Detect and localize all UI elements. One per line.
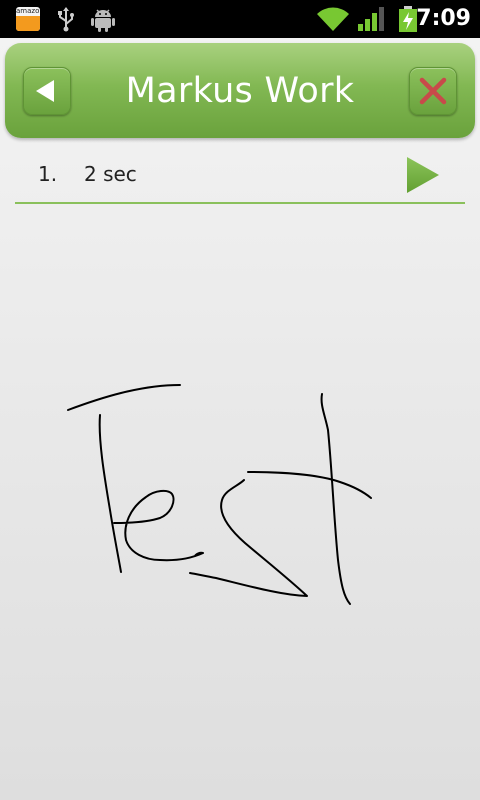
page-title: Markus Work bbox=[125, 71, 355, 111]
sketch-stroke bbox=[320, 393, 351, 605]
sketch-stroke bbox=[113, 489, 204, 562]
play-icon bbox=[407, 157, 439, 193]
back-arrow-icon bbox=[36, 80, 54, 102]
status-clock: 7:09 bbox=[416, 6, 471, 31]
sketch-stroke bbox=[247, 471, 372, 499]
close-button[interactable] bbox=[409, 67, 457, 115]
amazon-appstore-icon: amazon bbox=[16, 7, 40, 31]
item-index: 1. bbox=[38, 162, 58, 186]
recording-list: 1. 2 sec bbox=[15, 148, 465, 204]
back-button[interactable] bbox=[23, 67, 71, 115]
list-item[interactable]: 1. 2 sec bbox=[15, 148, 465, 204]
usb-icon bbox=[55, 6, 77, 32]
wifi-icon bbox=[316, 6, 350, 32]
status-bar: amazon bbox=[0, 0, 480, 38]
sketch-stroke bbox=[67, 384, 181, 411]
signal-icon bbox=[357, 6, 385, 32]
play-button[interactable] bbox=[405, 156, 441, 194]
battery-charging-icon bbox=[398, 6, 418, 32]
amazon-label: amazon bbox=[16, 7, 40, 15]
header-bar: Markus Work bbox=[5, 43, 475, 138]
android-debug-icon bbox=[91, 6, 115, 32]
item-duration: 2 sec bbox=[84, 162, 137, 186]
sketch-stroke bbox=[189, 479, 308, 597]
sketch-stroke bbox=[98, 414, 122, 573]
close-x-icon bbox=[419, 77, 447, 105]
